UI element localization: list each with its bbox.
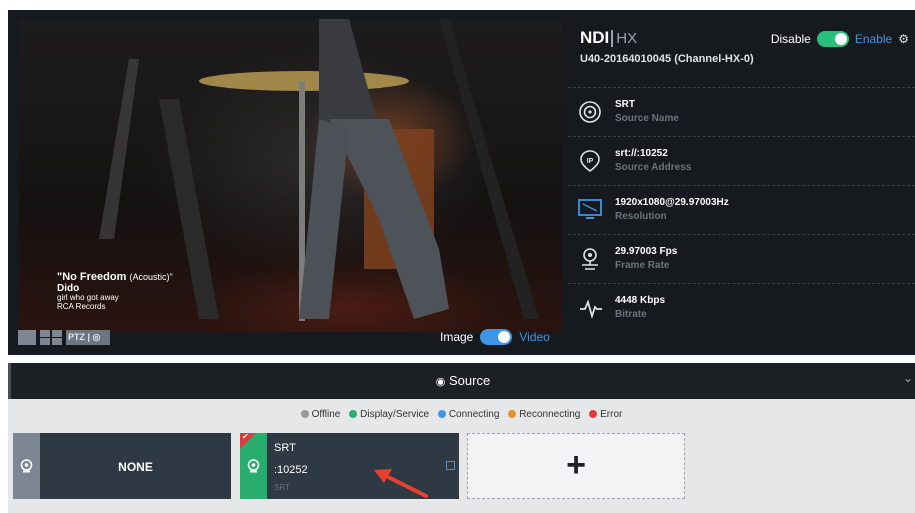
source-name-icon	[579, 101, 601, 123]
card-name: SRT	[274, 442, 296, 454]
video-label[interactable]: Video	[519, 330, 549, 344]
preview-controls: PTZ | ◎ Image Video	[8, 322, 915, 355]
info-key: Frame Rate	[615, 260, 670, 271]
source-title: ◉ Source	[435, 373, 491, 388]
caption-label: RCA Records	[57, 301, 106, 311]
info-value: SRT	[615, 99, 635, 110]
enable-toggle-row: Disable Enable ⚙	[771, 31, 909, 47]
legend-error: Error	[589, 409, 622, 420]
card-type: SRT	[274, 483, 290, 492]
connecting-dot	[437, 410, 446, 418]
ip-address-icon: IP	[580, 150, 600, 172]
info-key: Source Name	[615, 113, 679, 124]
info-key: Source Address	[615, 162, 692, 173]
status-strip	[13, 433, 40, 499]
preview-stage: "No Freedom (Acoustic)" Dido girl who go…	[8, 10, 915, 355]
video-caption: "No Freedom (Acoustic)" Dido girl who go…	[57, 271, 173, 312]
info-panel: NDI HX U40-20164010045 (Channel-HX-0) Dis…	[568, 19, 915, 332]
chevron-down-icon[interactable]: ⌄	[903, 371, 913, 385]
card-name: NONE	[118, 460, 153, 474]
video-preview: "No Freedom (Acoustic)" Dido girl who go…	[19, 19, 562, 332]
check-icon: ✔	[242, 432, 249, 441]
plus-icon: +	[566, 446, 586, 484]
single-view-icon[interactable]	[18, 330, 36, 345]
frame-rate-icon	[582, 248, 598, 270]
svg-text:IP: IP	[587, 158, 594, 165]
source-card-none[interactable]: NONE	[13, 433, 231, 499]
disable-label[interactable]: Disable	[771, 32, 811, 46]
image-label[interactable]: Image	[440, 330, 473, 344]
switch-knob	[498, 331, 511, 343]
enable-switch[interactable]	[816, 31, 849, 47]
device-name: U40-20164010045 (Channel-HX-0)	[580, 53, 754, 65]
annotation-arrow-icon	[374, 469, 428, 498]
quad-view-icon[interactable]	[40, 330, 62, 345]
webcam-icon: ◉	[435, 376, 446, 388]
add-source-card[interactable]: +	[467, 433, 685, 499]
caption-song: "No Freedom (Acoustic)"	[57, 271, 173, 283]
ndi-hx-logo: NDI HX	[580, 28, 638, 47]
error-dot	[589, 410, 598, 418]
legend-display-service: Display/Service	[349, 409, 429, 420]
copy-icon[interactable]	[446, 461, 455, 470]
bitrate-icon	[580, 299, 602, 320]
info-row-resolution: 1920x1080@29.97003Hz Resolution	[568, 185, 915, 234]
webcam-icon	[20, 459, 33, 473]
enable-label[interactable]: Enable	[855, 32, 892, 46]
info-row-frame-rate: 29.97003 Fps Frame Rate	[568, 234, 915, 283]
offline-dot	[300, 410, 309, 418]
legend-connecting: Connecting	[437, 409, 499, 420]
webcam-icon	[247, 459, 260, 473]
monitor-icon	[578, 199, 602, 219]
legend-offline: Offline	[300, 409, 340, 420]
top-strip	[0, 0, 915, 10]
source-panel: Offline Display/Service Connecting Recon…	[8, 399, 915, 513]
ptz-button[interactable]: PTZ | ◎	[66, 330, 110, 345]
info-value: srt://:10252	[615, 148, 668, 159]
card-address: :10252	[274, 464, 308, 476]
image-video-switch[interactable]	[480, 329, 513, 345]
info-value: 4448 Kbps	[615, 295, 666, 306]
reconnecting-dot	[508, 410, 517, 418]
switch-knob	[834, 33, 847, 45]
info-row-source-name: SRT Source Name	[568, 87, 915, 136]
ptz-label: PTZ	[68, 332, 85, 342]
gear-icon[interactable]: ⚙	[898, 32, 909, 46]
info-key: Resolution	[615, 211, 667, 222]
status-legend: Offline Display/Service Connecting Recon…	[8, 409, 915, 420]
image-video-toggle: Image Video	[440, 329, 550, 345]
display-dot	[349, 410, 358, 418]
info-value: 1920x1080@29.97003Hz	[615, 197, 729, 208]
source-section-header[interactable]: ◉ Source ⌄	[8, 363, 915, 399]
info-key: Bitrate	[615, 309, 647, 320]
info-value: 29.97003 Fps	[615, 246, 678, 257]
legend-reconnecting: Reconnecting	[508, 409, 580, 420]
info-row-source-address: IP srt://:10252 Source Address	[568, 136, 915, 185]
